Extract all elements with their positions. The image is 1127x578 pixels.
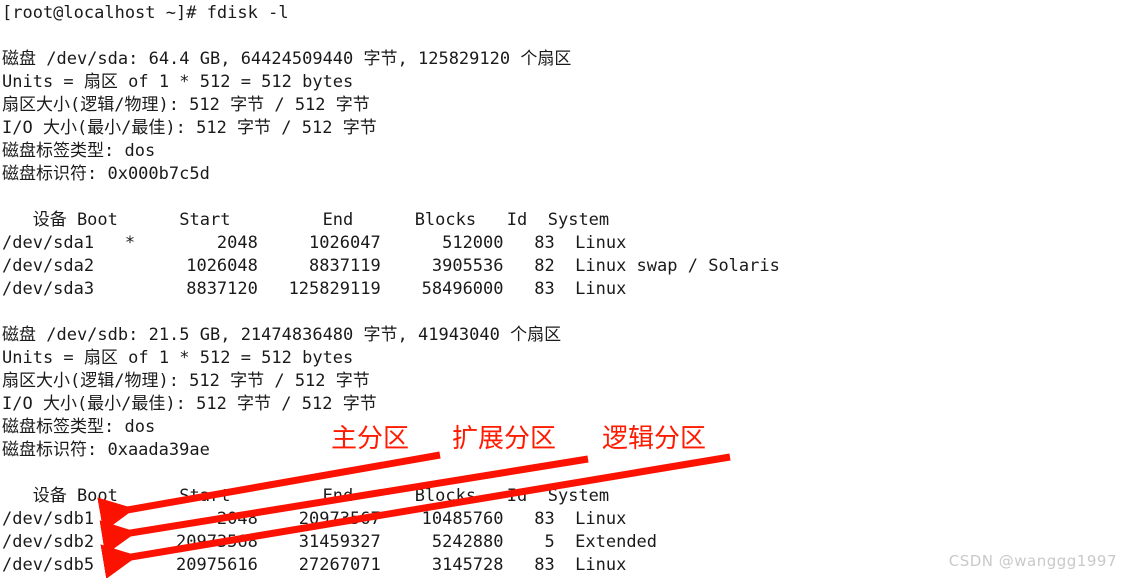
disk-io-size-sda: I/O 大小(最小/最佳): 512 字节 / 512 字节 [2,118,377,138]
disk-io-size-sdb: I/O 大小(最小/最佳): 512 字节 / 512 字节 [2,394,377,414]
disk-units-sdb: Units = 扇区 of 1 * 512 = 512 bytes [2,348,354,368]
disk-summary-sdb: 磁盘 /dev/sdb: 21.5 GB, 21474836480 字节, 41… [2,325,562,345]
disk-label-type-sdb: 磁盘标签类型: dos [2,417,156,437]
table-row: /dev/sdb1 2048 20973567 10485760 83 Linu… [2,509,627,529]
table-row: /dev/sda1 * 2048 1026047 512000 83 Linux [2,233,627,253]
table-row: /dev/sda2 1026048 8837119 3905536 82 Lin… [2,256,780,276]
partition-table-header-sda: 设备 Boot Start End Blocks Id System [2,210,610,230]
disk-identifier-sdb: 磁盘标识符: 0xaada39ae [2,440,210,460]
disk-sector-size-sdb: 扇区大小(逻辑/物理): 512 字节 / 512 字节 [2,371,370,391]
table-row: /dev/sda3 8837120 125829119 58496000 83 … [2,279,627,299]
disk-units-sda: Units = 扇区 of 1 * 512 = 512 bytes [2,72,354,92]
disk-label-type-sda: 磁盘标签类型: dos [2,141,156,161]
disk-summary-sda: 磁盘 /dev/sda: 64.4 GB, 64424509440 字节, 12… [2,49,572,69]
watermark: CSDN @wanggg1997 [948,552,1117,570]
partition-table-header-sdb: 设备 Boot Start End Blocks Id System [2,486,610,506]
shell-prompt-line: [root@localhost ~]# fdisk -l [2,3,289,23]
disk-sector-size-sda: 扇区大小(逻辑/物理): 512 字节 / 512 字节 [2,95,370,115]
terminal-output: [root@localhost ~]# fdisk -l 磁盘 /dev/sda… [0,0,1127,578]
disk-identifier-sda: 磁盘标识符: 0x000b7c5d [2,164,210,184]
table-row: /dev/sdb2 20973568 31459327 5242880 5 Ex… [2,532,658,552]
